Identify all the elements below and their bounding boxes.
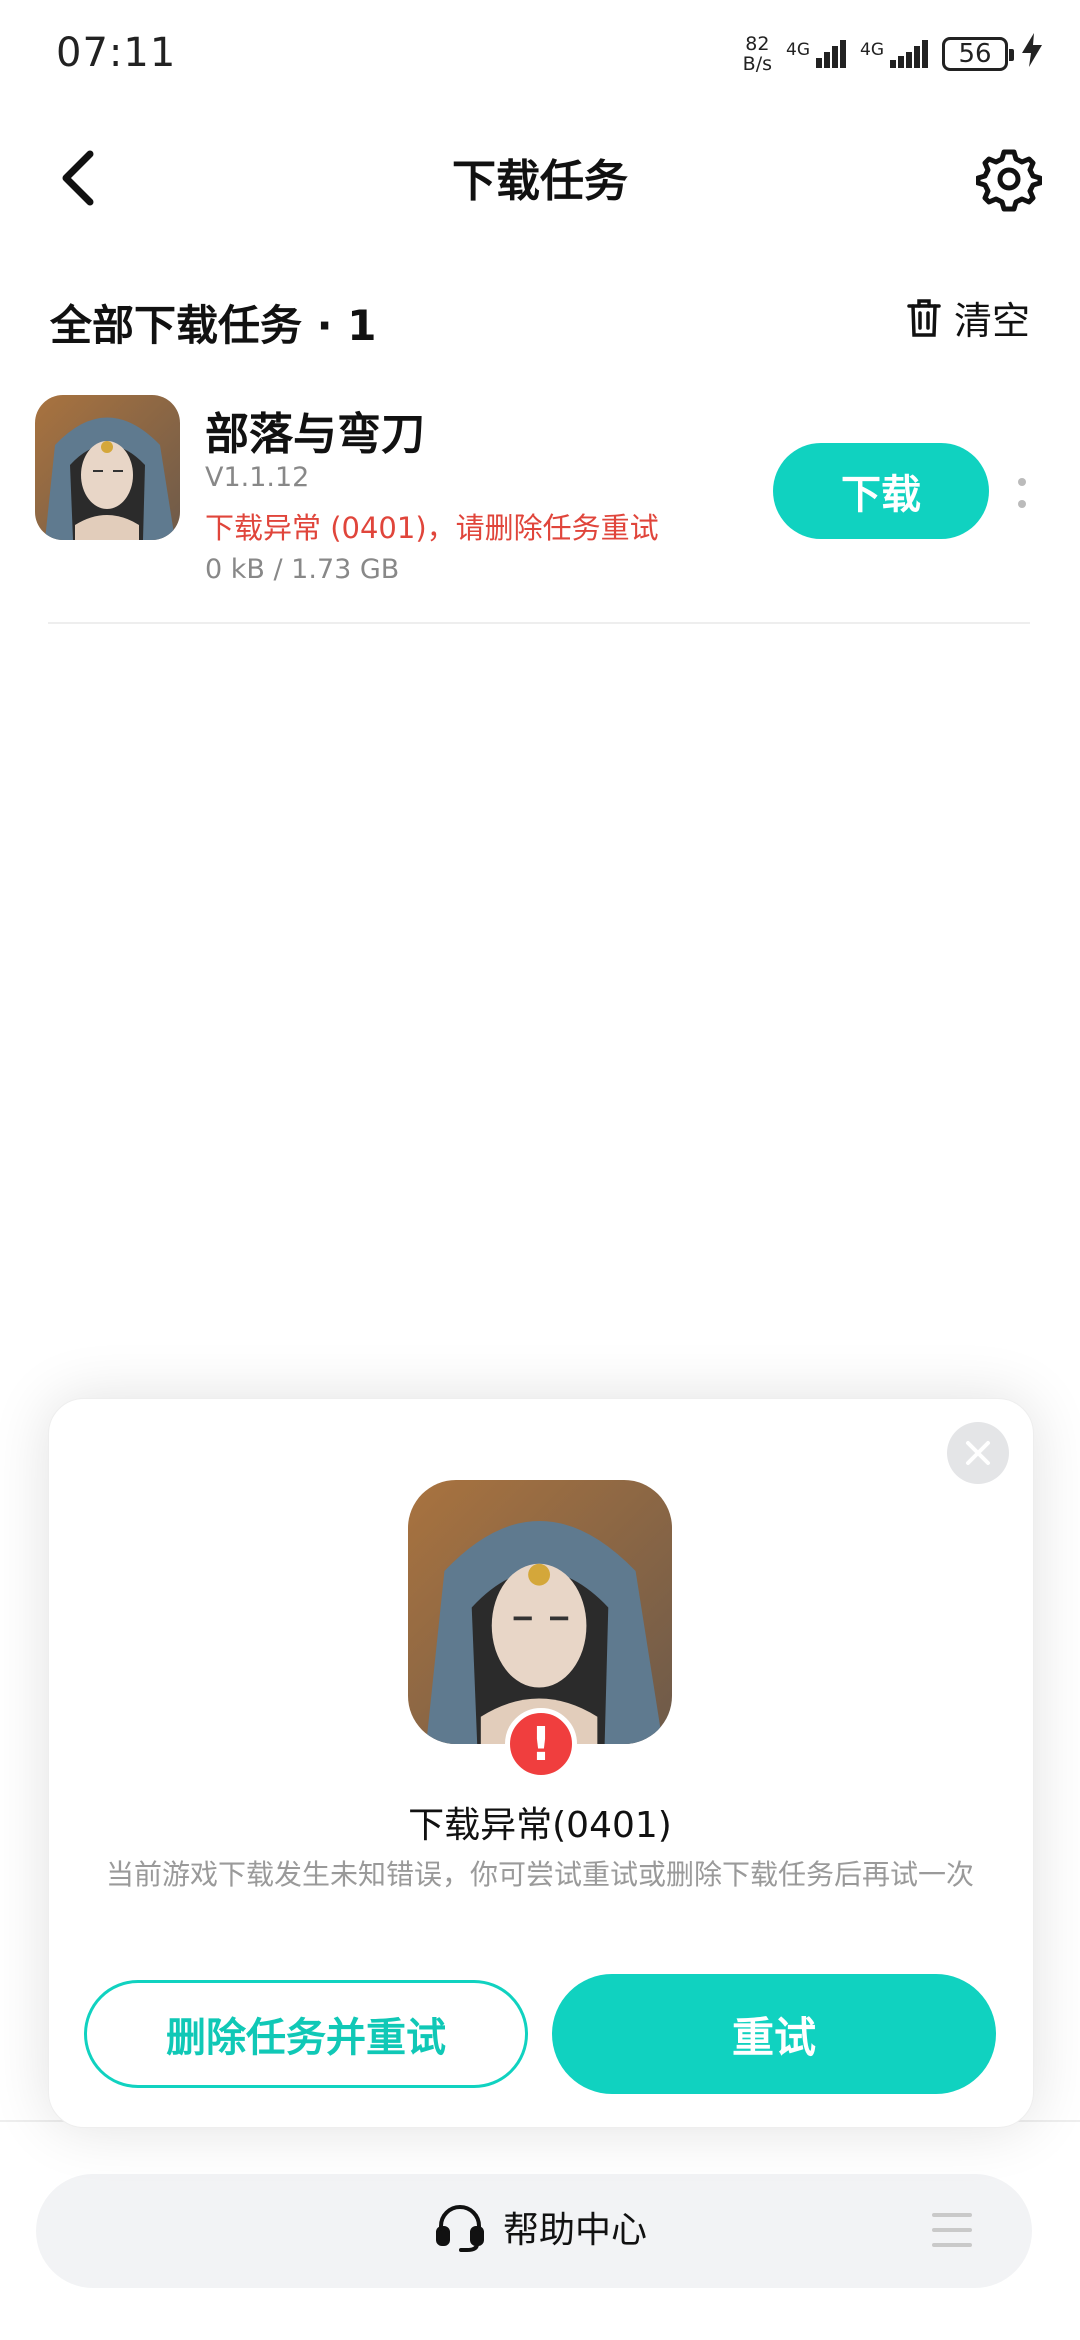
status-time: 07:11 bbox=[56, 30, 177, 76]
close-icon bbox=[966, 1441, 990, 1465]
clear-button[interactable]: 清空 bbox=[906, 290, 1030, 345]
menu-icon[interactable] bbox=[932, 2213, 972, 2247]
page-title: 下载任务 bbox=[452, 156, 628, 207]
signal-label: 4G bbox=[786, 40, 810, 60]
download-button[interactable]: 下载 bbox=[773, 443, 989, 539]
network-speed-unit: B/s bbox=[742, 53, 772, 75]
settings-button[interactable] bbox=[975, 146, 1043, 212]
dialog-game-icon bbox=[408, 1480, 672, 1744]
dialog-description: 当前游戏下载发生未知错误，你可尝试重试或删除下载任务后再试一次 bbox=[105, 1858, 974, 1891]
network-speed: 82 B/s bbox=[743, 34, 772, 74]
game-version: V1.1.12 bbox=[205, 462, 310, 493]
close-dialog-button[interactable] bbox=[947, 1422, 1009, 1484]
network-speed-value: 82 bbox=[745, 33, 770, 55]
help-center-label: 帮助中心 bbox=[502, 2210, 647, 2251]
signal-icon: 4G bbox=[786, 40, 846, 68]
trash-icon bbox=[907, 298, 941, 337]
battery-icon: 56 bbox=[942, 37, 1014, 71]
more-options-icon[interactable] bbox=[1016, 478, 1028, 508]
status-bar: 07:11 82 B/s 4G 4G 56 bbox=[0, 0, 1080, 110]
gear-icon bbox=[975, 149, 1043, 212]
signal-icon-2: 4G bbox=[860, 40, 928, 68]
alert-icon: ! bbox=[505, 1708, 577, 1780]
download-error-text: 下载异常 (0401)，请删除任务重试 bbox=[205, 511, 659, 545]
signal-label-2: 4G bbox=[860, 40, 884, 60]
download-size: 0 kB / 1.73 GB bbox=[205, 554, 400, 585]
dialog-title: 下载异常(0401) bbox=[408, 1805, 672, 1846]
headset-icon bbox=[435, 2205, 484, 2252]
retry-button[interactable]: 重试 bbox=[552, 1974, 996, 2094]
help-center-button[interactable]: 帮助中心 bbox=[0, 2200, 1080, 2254]
game-icon[interactable] bbox=[35, 395, 180, 540]
game-name: 部落与弯刀 bbox=[205, 409, 425, 460]
status-indicators: 82 B/s 4G 4G 56 bbox=[743, 30, 1042, 78]
clear-label: 清空 bbox=[953, 299, 1030, 343]
delete-and-retry-button[interactable]: 删除任务并重试 bbox=[84, 1980, 528, 2088]
divider bbox=[48, 622, 1030, 624]
task-count-heading: 全部下载任务 · 1 bbox=[50, 301, 377, 350]
charging-icon bbox=[1022, 33, 1042, 75]
